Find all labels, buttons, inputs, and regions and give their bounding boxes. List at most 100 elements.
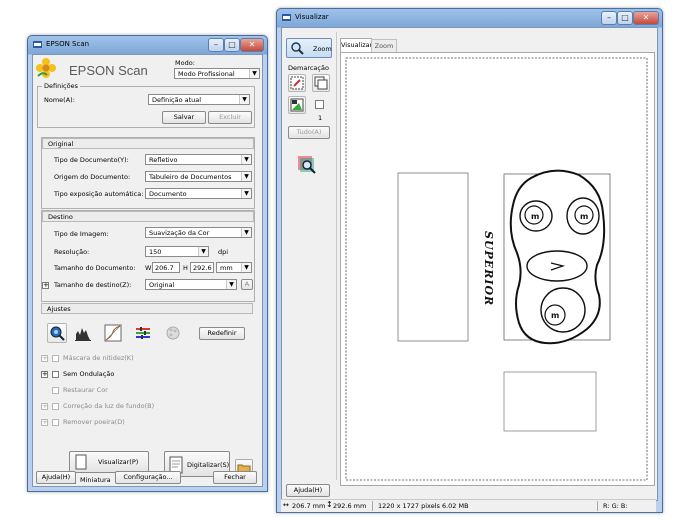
color-balance-tool-icon[interactable] [133, 323, 153, 343]
descreen-expand[interactable]: + [41, 371, 48, 378]
marquee-copy-icon[interactable] [312, 74, 330, 92]
unsharp-expand[interactable]: + [41, 355, 48, 362]
target-size-edit-icon[interactable]: A [241, 279, 253, 290]
histogram-tool-icon[interactable] [47, 323, 67, 343]
backlight-checkbox[interactable] [52, 403, 59, 410]
unsharp-checkbox[interactable] [52, 355, 59, 362]
preview-canvas[interactable]: m m m SUPERIOR [340, 52, 655, 486]
mode-label: Modo: [175, 59, 195, 67]
chevron-down-icon: ▼ [226, 280, 236, 289]
marquee-checkbox[interactable] [315, 100, 324, 109]
epson-client-area: EPSON Scan Modo: Modo Profissional ▼ Defi… [32, 54, 263, 487]
chevron-down-icon: ▼ [241, 263, 251, 272]
target-size-select[interactable]: Original ▼ [145, 279, 237, 290]
close-button[interactable]: Fechar [213, 471, 257, 484]
destino-group: Destino Tipo de Imagem: Suavização da Co… [41, 210, 255, 302]
unsharp-label: Máscara de nitidez(K) [63, 354, 134, 362]
flower-logo-icon [36, 58, 56, 78]
magnifier-icon [291, 42, 304, 55]
image-type-label: Tipo de Imagem: [54, 230, 109, 238]
dust-removal-expand[interactable]: + [41, 419, 48, 426]
auto-locate-icon[interactable] [296, 154, 318, 176]
definicoes-header: Definições [42, 82, 80, 90]
maximize-button[interactable]: □ [617, 11, 633, 25]
resolution-select[interactable]: 150 ▼ [145, 246, 209, 257]
exposure-type-select[interactable]: Documento ▼ [145, 188, 252, 199]
status-divider [372, 501, 373, 511]
restore-color-label: Restaurar Cor [63, 386, 108, 394]
descreen-label: Sem Ondulação [63, 370, 115, 378]
backlight-label: Correção da luz de fundo(B) [63, 402, 155, 410]
image-type-select[interactable]: Suavização da Cor ▼ [145, 227, 252, 238]
status-divider [597, 501, 598, 511]
chevron-down-icon: ▼ [241, 155, 251, 164]
dpi-label: dpi [218, 248, 229, 256]
svg-text:m: m [551, 311, 559, 320]
preview-help-button[interactable]: Ajuda(H) [286, 484, 330, 497]
restore-color-checkbox[interactable] [52, 387, 59, 394]
width-label: W [145, 264, 152, 272]
help-button[interactable]: Ajuda(H) [36, 471, 76, 484]
height-field[interactable]: 292.6 [190, 262, 214, 273]
doc-size-label: Tamanho do Documento: [54, 264, 136, 272]
preview-client-area: Zoom Demarcação 1 Tudo(A) Ajuda(H) Visua… [281, 27, 658, 501]
descreen-checkbox[interactable] [52, 371, 59, 378]
settings-name-select[interactable]: Definição atual ▼ [148, 94, 250, 105]
doc-source-select[interactable]: Tabuleiro de Documentos ▼ [145, 171, 252, 182]
ajustes-header: Ajustes [41, 303, 253, 314]
dust-removal-checkbox[interactable] [52, 419, 59, 426]
unit-select[interactable]: mm ▼ [216, 262, 252, 273]
minimize-button[interactable]: – [601, 11, 617, 25]
resolution-label: Resolução: [54, 248, 90, 256]
tab-visualizar[interactable]: Visualizar [340, 38, 372, 52]
close-window-button[interactable]: ✕ [240, 38, 264, 52]
preview-titlebar[interactable]: Visualizar – □ ✕ [277, 9, 662, 27]
save-button[interactable]: Salvar [162, 111, 206, 124]
chevron-down-icon: ▼ [239, 95, 249, 104]
thumbnail-label: Miniatura [80, 476, 111, 484]
doc-type-select[interactable]: Refletivo ▼ [145, 154, 252, 165]
exposure-type-label: Tipo exposição automática: [54, 190, 144, 198]
minimize-button[interactable]: – [208, 38, 224, 52]
marquee-label: Demarcação [288, 64, 329, 72]
doc-source-label: Origem do Documento: [54, 173, 131, 181]
epson-scan-window: EPSON Scan – □ ✕ EPSON Scan Modo: Modo P… [27, 35, 268, 492]
tab-zoom[interactable]: Zoom [371, 39, 397, 52]
width-arrow-icon: ↔ [283, 501, 289, 509]
marquee-count: 1 [318, 114, 323, 122]
height-label: H [183, 264, 188, 272]
preview-window-title: Visualizar [295, 13, 329, 21]
backlight-expand[interactable]: + [41, 403, 48, 410]
preview-button[interactable]: Visualizar(P) [69, 451, 149, 473]
maximize-button[interactable]: □ [224, 38, 240, 52]
target-size-expand[interactable]: + [42, 282, 49, 289]
close-window-button[interactable]: ✕ [633, 11, 659, 25]
original-group: Original Tipo de Documento(Y): Refletivo… [41, 137, 255, 209]
configuration-button[interactable]: Configuração... [115, 471, 181, 484]
preview-window: Visualizar – □ ✕ Zoom Demarcação 1 Tudo(… [276, 8, 663, 513]
original-header: Original [42, 138, 254, 149]
status-bar: ↔ 206.7 mm ↕ 292.6 mm 1220 x 1727 pixels… [281, 499, 656, 512]
mode-select[interactable]: Modo Profissional ▼ [174, 68, 260, 79]
status-rgb: R: G: B: [603, 502, 628, 510]
scanned-document-preview: m m m SUPERIOR [345, 57, 648, 481]
definicoes-group: Definições Nome(A): Definição atual ▼ Sal… [37, 82, 255, 128]
levels-tool-icon[interactable] [73, 323, 93, 343]
color-palette-tool-icon[interactable] [163, 323, 183, 343]
reset-button[interactable]: Redefinir [199, 327, 245, 340]
select-all-button[interactable]: Tudo(A) [288, 126, 330, 139]
tone-curve-tool-icon[interactable] [103, 323, 123, 343]
document-icon [75, 454, 87, 470]
width-field[interactable]: 206.7 [152, 262, 180, 273]
zoom-tool-button[interactable]: Zoom [286, 38, 332, 58]
marquee-create-icon[interactable] [288, 74, 306, 92]
handwritten-superior-text: SUPERIOR [482, 231, 495, 306]
marquee-delete-icon[interactable] [288, 96, 306, 114]
epson-scan-titlebar[interactable]: EPSON Scan – □ ✕ [28, 36, 267, 54]
epson-app-icon [33, 41, 42, 48]
delete-button[interactable]: Excluir [208, 111, 252, 124]
window-title: EPSON Scan [46, 40, 90, 48]
destino-header: Destino [42, 211, 254, 222]
ajustes-group: Ajustes Redefinir + Máscara de nitidez(K… [41, 303, 253, 463]
status-height: 292.6 mm [333, 502, 367, 510]
